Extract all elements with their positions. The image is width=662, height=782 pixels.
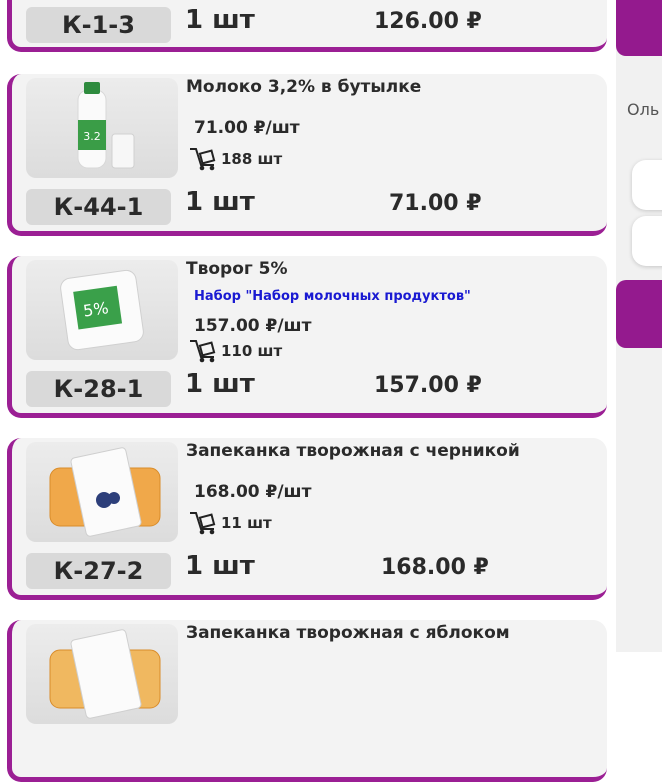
svg-text:3.2: 3.2 (83, 130, 101, 143)
item-total: 157.00 ₽ (374, 373, 482, 398)
item-title: Запеканка творожная с черникой (186, 441, 520, 461)
sidebar-field-2[interactable] (632, 216, 662, 266)
casserole-blueberry-image (26, 442, 178, 542)
item-total: 168.00 ₽ (381, 555, 489, 580)
cart-item: 3.2 Молоко 3,2% в бутылке 71.00 ₽/шт 188… (7, 74, 607, 236)
item-title: Творог 5% (186, 259, 288, 279)
cart-item: К-1-3 1 шт 126.00 ₽ (7, 0, 607, 52)
sidebar-button-bottom[interactable] (616, 280, 662, 348)
stock-count: 110 шт (221, 342, 283, 360)
milk-bottle-image: 3.2 (26, 78, 178, 178)
item-kit-link[interactable]: Набор "Набор молочных продуктов" (194, 289, 471, 304)
item-code: К-1-3 (26, 7, 171, 43)
item-quantity: 1 шт (185, 551, 255, 581)
item-quantity: 1 шт (185, 187, 255, 217)
item-quantity: 1 шт (185, 369, 255, 399)
sidebar-field-1[interactable] (632, 160, 662, 210)
item-stock: 188 шт (187, 146, 282, 172)
item-title: Молоко 3,2% в бутылке (186, 77, 422, 97)
cart-item: Запеканка творожная с яблоком (7, 620, 607, 782)
item-unit-price: 71.00 ₽/шт (194, 118, 300, 138)
cart-item: 5% Творог 5% Набор "Набор молочных проду… (7, 256, 607, 418)
cart-trolley-icon (190, 148, 216, 171)
item-unit-price: 157.00 ₽/шт (194, 316, 312, 336)
item-stock: 11 шт (187, 510, 272, 536)
item-code: К-28-1 (26, 371, 171, 407)
item-total: 126.00 ₽ (374, 9, 482, 34)
stock-count: 188 шт (221, 150, 283, 168)
stock-count: 11 шт (221, 514, 272, 532)
item-title: Запеканка творожная с яблоком (186, 623, 510, 643)
item-stock: 110 шт (187, 338, 282, 364)
item-total: 71.00 ₽ (389, 191, 482, 216)
cart-trolley-icon (190, 512, 216, 535)
cart-trolley-icon (190, 340, 216, 363)
item-code: К-44-1 (26, 189, 171, 225)
casserole-apple-image (26, 624, 178, 724)
cottage-cheese-image: 5% (26, 260, 178, 360)
item-unit-price: 168.00 ₽/шт (194, 482, 312, 502)
item-quantity: 1 шт (185, 5, 255, 35)
svg-text:5%: 5% (82, 298, 110, 320)
sidebar-button-top[interactable] (616, 0, 662, 56)
sidebar-label: Оль (627, 100, 660, 119)
item-code: К-27-2 (26, 553, 171, 589)
cart-item: Запеканка творожная с черникой 168.00 ₽/… (7, 438, 607, 600)
